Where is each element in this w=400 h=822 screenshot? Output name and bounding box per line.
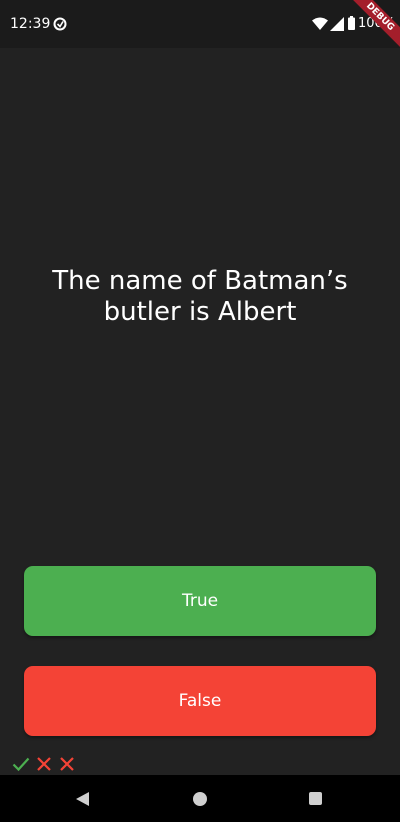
- status-bar: 12:39 100%: [0, 0, 400, 48]
- true-button[interactable]: True: [24, 566, 376, 636]
- navigation-bar: [0, 775, 400, 822]
- close-icon: [56, 754, 78, 774]
- score-keeper: [10, 754, 79, 774]
- battery-percentage: 100%: [358, 16, 396, 31]
- status-time: 12:39: [10, 16, 51, 32]
- app-notification-icon: [53, 17, 67, 31]
- question-text: The name of Batman’s butler is Albert: [52, 266, 348, 327]
- back-icon[interactable]: [74, 791, 90, 807]
- recents-icon[interactable]: [309, 792, 322, 805]
- false-button-label: False: [178, 691, 222, 711]
- false-button[interactable]: False: [24, 666, 376, 736]
- battery-icon: [348, 16, 355, 30]
- check-icon: [10, 754, 32, 774]
- close-icon: [33, 754, 55, 774]
- wifi-icon: [312, 17, 328, 30]
- home-icon[interactable]: [193, 792, 207, 806]
- signal-icon: [330, 17, 344, 31]
- true-button-label: True: [181, 591, 219, 611]
